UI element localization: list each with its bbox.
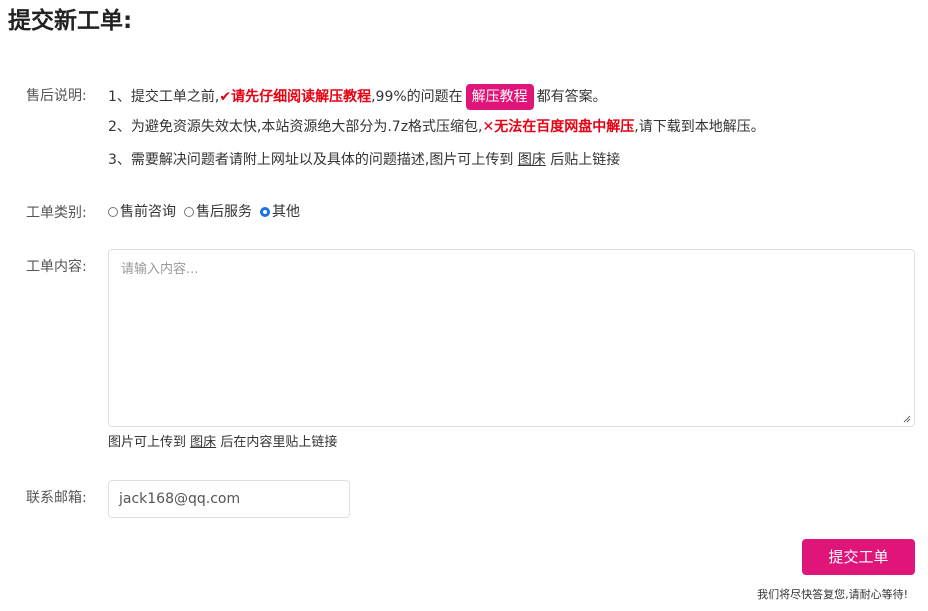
content-placeholder: 请输入内容... bbox=[121, 262, 199, 277]
ticket-type-label: 工单类别: bbox=[26, 205, 87, 221]
radio-option-other[interactable]: 其他 bbox=[260, 202, 300, 222]
radio-other-label: 其他 bbox=[272, 204, 300, 220]
notice-line-1-prefix: 1、提交工单之前, bbox=[108, 89, 220, 105]
notice-line-2-suffix: ,请下载到本地解压。 bbox=[634, 119, 765, 135]
radio-option-aftersale[interactable]: 售后服务 bbox=[184, 202, 252, 222]
radio-option-presale[interactable]: 售前咨询 bbox=[108, 202, 176, 222]
baidu-unzip-warning: ✕无法在百度网盘中解压 bbox=[482, 119, 635, 135]
notice-line-1-middle: ,99%的问题在 bbox=[371, 89, 463, 105]
content-label: 工单内容: bbox=[26, 259, 87, 275]
image-host-link[interactable]: 图床 bbox=[518, 152, 546, 168]
notice-line-1-suffix: 都有答案。 bbox=[536, 89, 607, 105]
email-field[interactable]: jack168@qq.com bbox=[108, 480, 350, 518]
radio-aftersale-label: 售后服务 bbox=[196, 204, 252, 220]
notice-line-3: 3、需要解决问题者请附上网址以及具体的问题描述,图片可上传到 图床 后贴上链接 bbox=[108, 149, 620, 171]
notice-line-3-suffix: 后贴上链接 bbox=[550, 152, 621, 168]
notice-label: 售后说明: bbox=[26, 88, 87, 104]
ticket-type-radio-group: 售前咨询 售后服务 其他 bbox=[108, 202, 308, 222]
radio-other-circle[interactable] bbox=[260, 207, 270, 217]
content-hint: 图片可上传到 图床 后在内容里贴上链接 bbox=[108, 434, 337, 452]
content-image-host-link[interactable]: 图床 bbox=[190, 435, 216, 450]
radio-aftersale-circle[interactable] bbox=[184, 207, 194, 217]
content-hint-prefix: 图片可上传到 bbox=[108, 435, 187, 450]
unzip-tutorial-button[interactable]: 解压教程 bbox=[465, 84, 534, 110]
submit-ticket-button[interactable]: 提交工单 bbox=[802, 539, 915, 575]
radio-presale-circle[interactable] bbox=[108, 207, 118, 217]
read-tutorial-warning: ✔请先仔细阅读解压教程 bbox=[219, 89, 372, 105]
submit-note: 我们将尽快答复您,请耐心等待! bbox=[757, 588, 908, 601]
notice-line-2-prefix: 2、为避免资源失效太快,本站资源绝大部分为.7z格式压缩包, bbox=[108, 119, 483, 135]
notice-line-3-prefix: 3、需要解决问题者请附上网址以及具体的问题描述,图片可上传到 bbox=[108, 152, 514, 168]
radio-presale-label: 售前咨询 bbox=[120, 204, 176, 220]
email-label: 联系邮箱: bbox=[26, 490, 87, 506]
notice-line-2: 2、为避免资源失效太快,本站资源绝大部分为.7z格式压缩包,✕无法在百度网盘中解… bbox=[108, 116, 765, 138]
content-textarea[interactable]: 请输入内容... bbox=[108, 249, 915, 427]
content-hint-suffix: 后在内容里贴上链接 bbox=[220, 435, 338, 450]
page-title: 提交新工单: bbox=[8, 8, 133, 34]
resize-grip-icon[interactable] bbox=[903, 415, 911, 423]
notice-line-1: 1、提交工单之前,✔请先仔细阅读解压教程,99%的问题在 解压教程 都有答案。 bbox=[108, 84, 607, 110]
